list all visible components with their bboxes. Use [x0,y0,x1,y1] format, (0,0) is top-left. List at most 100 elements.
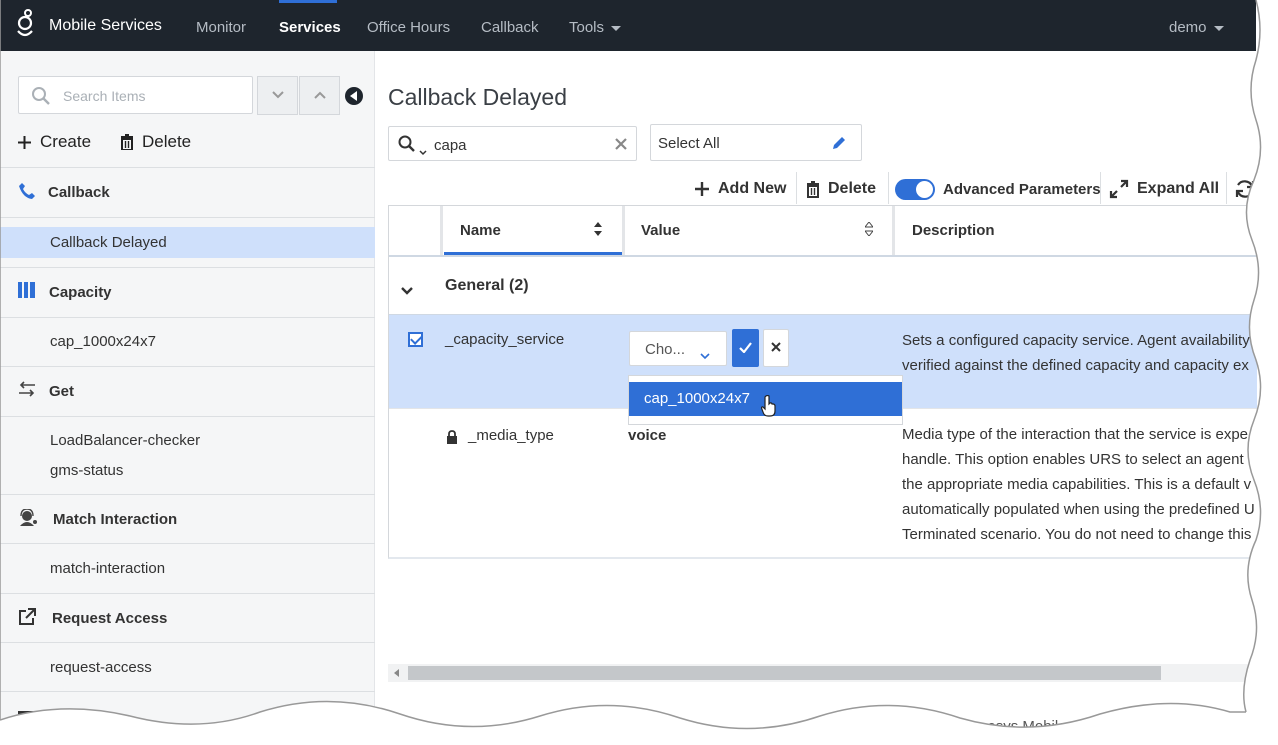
search-input[interactable]: Search Items [18,76,253,114]
chevron-down-icon [700,347,710,364]
param-name: _capacity_service [445,331,565,348]
nav-services[interactable]: Services [279,19,341,36]
add-new-label: Add New [718,180,787,197]
sidebar-group-request-access[interactable]: Request Access [0,594,375,642]
advanced-parameters-label: Advanced Parameters [943,180,1101,198]
value-select[interactable]: Cho... [629,331,727,366]
group-divider [0,317,375,318]
expand-all-button[interactable]: Expand All [1109,176,1219,202]
create-button[interactable]: Create [17,132,91,152]
filter-value: capa [434,137,467,154]
sidebar-item-match-interaction[interactable]: match-interaction [0,553,375,584]
group-divider [0,691,375,692]
column-header-name[interactable]: Name [443,206,625,255]
parameters-grid: Name Value Description General (2) _capa… [388,205,1257,559]
expand-all-label: Expand All [1137,180,1220,197]
row-checkbox[interactable] [408,332,423,347]
sidebar-item-request-access[interactable]: request-access [0,652,375,683]
column-header-label: Value [641,222,681,239]
group-label: Request Access [52,610,168,627]
check-icon [739,342,752,353]
advanced-parameters-toggle[interactable]: Advanced Parameters [895,176,1101,202]
dropdown-option[interactable]: cap_1000x24x7 [629,382,902,417]
group-divider [0,543,375,544]
chevron-down-icon [611,25,622,31]
sidebar-item-cap-1000x24x7[interactable]: cap_1000x24x7 [0,326,375,357]
horizontal-scrollbar[interactable] [388,664,1256,682]
clear-filter-icon[interactable] [614,137,628,156]
group-row-general[interactable]: General (2) [389,257,1257,315]
toggle-switch[interactable] [895,178,935,200]
dropdown-option-label: cap_1000x24x7 [644,390,750,407]
sidebar-item-loadbalancer-checker[interactable]: LoadBalancer-checker [0,425,375,456]
select-all-field[interactable]: Select All [650,124,862,161]
sidebar-group-callback[interactable]: Callback [0,168,375,216]
delete-button[interactable]: Delete [120,132,191,152]
sidebar-group-match-interaction[interactable]: Match Interaction [0,495,375,543]
column-header-value[interactable]: Value [625,206,895,255]
trash-icon [807,180,819,198]
chevron-down-icon [419,143,427,161]
version-footer: Genesys Mobile Services 8.5.200.00.b.866 [959,718,1246,735]
refresh-button[interactable] [1234,176,1256,202]
toolbar-divider [1226,172,1227,204]
column-header-label: Name [460,222,501,239]
description-line: handle. This option enables URS to selec… [902,451,1257,468]
column-header-description[interactable]: Description [895,206,1257,255]
group-label: Match Interaction [53,511,178,528]
group-label: Capacity [49,284,112,301]
sort-icon[interactable] [594,222,602,240]
close-icon [771,342,781,352]
value-dropdown: cap_1000x24x7 [628,375,903,425]
sidebar-group-get[interactable]: Get [0,367,375,415]
user-menu[interactable]: demo [1169,19,1224,36]
toolbar-divider [888,172,889,204]
toolbar-divider [796,172,797,204]
sort-icon[interactable] [863,221,875,240]
chevron-up-icon [314,91,326,99]
nav-tools[interactable]: Tools [569,19,622,36]
agent-headset-icon [18,508,38,531]
description-line: Media type of the interaction that the s… [902,426,1249,443]
expand-icon [1109,179,1129,199]
refresh-icon [1235,180,1255,198]
chevron-down-icon[interactable] [401,282,413,300]
description-line: Sets a configured capacity service. Agen… [902,332,1250,349]
group-divider [0,416,375,417]
app-brand-name: Mobile Services [49,17,162,34]
cancel-button[interactable] [763,329,789,367]
filter-input[interactable]: capa [388,126,637,161]
nav-active-indicator [279,0,337,3]
value-select-placeholder: Cho... [645,341,686,358]
sidebar-item-gms-status[interactable]: gms-status [0,455,375,486]
sidebar-item-callback-delayed[interactable]: Callback Delayed [0,227,375,258]
plus-icon [18,135,31,149]
genesys-logo-icon [14,9,38,46]
group-divider [0,642,375,643]
phone-icon [18,182,36,204]
pencil-icon[interactable] [831,136,846,156]
delete-row-button[interactable]: Delete [806,176,876,202]
nav-office-hours[interactable]: Office Hours [367,19,450,36]
sidebar-group-capacity[interactable]: Capacity [0,268,375,316]
column-header-label: Description [912,222,995,239]
search-placeholder: Search Items [63,88,146,104]
swap-arrows-icon [18,381,36,401]
nav-monitor[interactable]: Monitor [196,19,246,36]
group-row-label: General (2) [445,277,529,294]
scrollbar-thumb[interactable] [408,666,1161,680]
nav-callback[interactable]: Callback [481,19,539,36]
confirm-button[interactable] [732,329,759,367]
top-navbar: Mobile Services Monitor Services Office … [0,0,1256,51]
table-row[interactable]: _capacity_service Cho... Sets a configur… [389,315,1257,425]
add-new-button[interactable]: Add New [694,176,786,202]
scroll-left-icon[interactable] [394,669,399,677]
plus-icon [695,182,709,196]
create-label: Create [40,132,92,151]
next-match-button[interactable] [257,76,298,115]
description-line: verified against the defined capacity an… [902,357,1249,374]
collapse-sidebar-button[interactable] [345,87,363,105]
main-panel: Callback Delayed capa Select All Add New… [375,51,1257,745]
prev-match-button[interactable] [299,76,340,115]
select-all-label: Select All [658,135,720,152]
